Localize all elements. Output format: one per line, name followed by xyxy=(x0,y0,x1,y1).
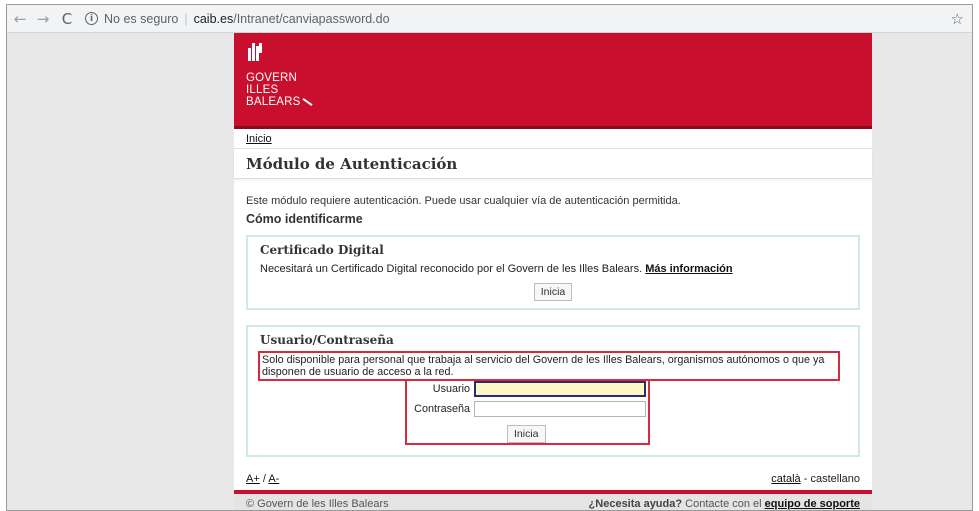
certificate-description: Necesitará un Certificado Digital recono… xyxy=(260,263,643,275)
username-input[interactable] xyxy=(474,381,646,397)
govern-logo-text[interactable]: GOVERN ILLES BALEARS xyxy=(246,72,314,108)
site-header: GOVERN ILLES BALEARS xyxy=(234,33,872,126)
address-bar[interactable]: i No es seguro | caib.es/Intranet/canvia… xyxy=(85,8,951,30)
language-castellano: castellano xyxy=(810,473,860,485)
text-size-decrease-link[interactable]: A- xyxy=(268,473,279,485)
login-form: Usuario Contraseña Inicia xyxy=(405,379,650,445)
url-separator: | xyxy=(184,11,188,26)
language-catala-link[interactable]: català xyxy=(771,473,800,485)
language-separator: - xyxy=(803,473,808,485)
page-title: Módulo de Autenticación xyxy=(246,154,458,173)
certificate-panel-text: Necesitará un Certificado Digital recono… xyxy=(260,263,858,275)
user-password-panel: Usuario/Contraseña Solo disponible para … xyxy=(246,325,860,457)
certificate-start-button[interactable]: Inicia xyxy=(533,283,573,301)
username-label: Usuario xyxy=(432,383,470,395)
text-size-increase-link[interactable]: A+ xyxy=(246,473,260,485)
govern-logo-icon[interactable] xyxy=(248,43,262,61)
breadcrumb-home-link[interactable]: Inicio xyxy=(246,133,272,145)
password-label: Contraseña xyxy=(414,403,470,415)
user-panel-title: Usuario/Contraseña xyxy=(260,333,394,347)
logo-slash-icon xyxy=(302,97,314,106)
support-team-link[interactable]: equipo de soporte xyxy=(765,498,860,510)
help-text: Contacte con el xyxy=(685,497,762,510)
footer-help: ¿Necesita ayuda? Contacte con el equipo … xyxy=(589,498,860,510)
forward-arrow-icon[interactable]: → xyxy=(33,9,53,29)
back-arrow-icon[interactable]: ← xyxy=(10,9,30,29)
password-input[interactable] xyxy=(474,401,646,417)
info-icon[interactable]: i xyxy=(85,12,98,25)
main-content: Este módulo requiere autenticación. Pued… xyxy=(234,179,872,457)
username-row: Usuario xyxy=(407,381,646,397)
intro-text: Este módulo requiere autenticación. Pued… xyxy=(246,195,681,207)
help-question: ¿Necesita ayuda? xyxy=(588,497,683,510)
certificate-panel-title: Certificado Digital xyxy=(260,243,384,257)
reload-icon[interactable]: C xyxy=(57,9,77,29)
section-subtitle: Cómo identificarme xyxy=(246,212,363,226)
language-switcher: català - castellano xyxy=(771,473,860,485)
site-footer: © Govern de les Illes Balears ¿Necesita … xyxy=(234,494,872,510)
breadcrumb: Inicio xyxy=(234,129,872,149)
more-info-link[interactable]: Más información xyxy=(645,263,732,275)
browser-window: ← → C i No es seguro | caib.es/Intranet/… xyxy=(6,4,973,511)
bookmark-star-icon[interactable]: ☆ xyxy=(951,10,964,28)
logo-line-1: GOVERN xyxy=(246,72,298,84)
availability-notice: Solo disponible para personal que trabaj… xyxy=(258,351,840,381)
utility-links: A+ / A- català - castellano xyxy=(246,473,860,485)
browser-toolbar: ← → C i No es seguro | caib.es/Intranet/… xyxy=(7,5,972,33)
url-path: /Intranet/canviapassword.do xyxy=(233,11,390,26)
page-background: GOVERN ILLES BALEARS Inicio Módulo de Au… xyxy=(7,33,972,510)
url-host: caib.es xyxy=(193,11,234,26)
password-row: Contraseña xyxy=(407,401,646,417)
certificate-panel: Certificado Digital Necesitará un Certif… xyxy=(246,235,860,310)
text-size-controls: A+ / A- xyxy=(246,473,279,485)
logo-line-3: BALEARS xyxy=(246,96,301,108)
title-bar: Módulo de Autenticación xyxy=(234,149,872,179)
text-size-separator: / xyxy=(262,473,266,485)
footer-copyright: © Govern de les Illes Balears xyxy=(246,497,389,510)
security-label: No es seguro xyxy=(104,11,179,26)
login-start-button[interactable]: Inicia xyxy=(507,425,546,443)
certificate-button-wrap: Inicia xyxy=(248,283,858,301)
logo-line-2: ILLES xyxy=(246,84,279,96)
page-container: GOVERN ILLES BALEARS Inicio Módulo de Au… xyxy=(234,33,872,510)
